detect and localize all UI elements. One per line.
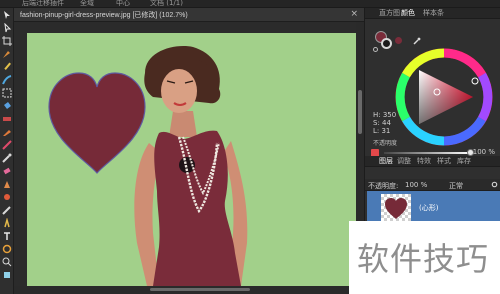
hue-picker-handle[interactable] <box>471 77 479 85</box>
smudge-tool-icon[interactable] <box>2 192 12 202</box>
close-document-icon[interactable]: × <box>350 9 358 19</box>
selection-brush-tool-icon[interactable] <box>2 88 12 98</box>
clone-tool-icon[interactable] <box>2 179 12 189</box>
layer-row-heart[interactable]: (心形) <box>367 191 500 225</box>
zoom-tool-icon[interactable] <box>2 257 12 267</box>
node-tool-icon[interactable] <box>2 23 12 33</box>
view-tool-icon[interactable] <box>2 270 12 280</box>
photo-image <box>27 33 356 286</box>
lightness-value: L: 31 <box>373 127 391 135</box>
affinity-photo-window: 后端迁移插件 全域 中心 文档 (1/1) fashion-pinup-girl… <box>0 0 500 294</box>
document-title: fashion-pinup-girl-dress-preview.jpg [已修… <box>20 12 188 19</box>
color-picker-tool-icon[interactable] <box>2 153 12 163</box>
layer-name: (心形) <box>419 204 439 212</box>
horizontal-scrollbar[interactable] <box>14 286 356 294</box>
layer-opacity-value[interactable]: 100 % <box>405 181 427 189</box>
layers-panel-tabs: 图层 调整 特效 样式 库存 <box>365 156 500 167</box>
document-tab[interactable]: fashion-pinup-girl-dress-preview.jpg [已修… <box>14 8 364 22</box>
horizontal-scroll-thumb[interactable] <box>150 288 250 291</box>
watermark-text: 软件技巧 <box>357 240 490 278</box>
saturation-value: S: 44 <box>373 119 391 127</box>
transparency-tool-icon[interactable] <box>2 127 12 137</box>
watermark-overlay: 软件技巧 <box>349 221 500 294</box>
menu-item[interactable]: 全域 <box>80 0 94 7</box>
canvas-area[interactable] <box>14 22 356 286</box>
move-tool-icon[interactable] <box>2 10 12 20</box>
crop-tool-icon[interactable] <box>2 36 12 46</box>
shape-tool-icon[interactable] <box>2 244 12 254</box>
opacity-slider-track[interactable] <box>384 152 470 154</box>
pen-tool-icon[interactable] <box>2 49 12 59</box>
layer-options-bar: 不透明度: 100 % 正常 <box>365 179 500 191</box>
blend-mode-select[interactable]: 正常 <box>449 181 463 191</box>
dodge-tool-icon[interactable] <box>2 205 12 215</box>
no-color-swatch[interactable] <box>373 47 378 52</box>
tab-styles[interactable]: 样式 <box>437 157 451 166</box>
tab-swatches[interactable]: 样本条 <box>423 9 444 18</box>
vector-brush-tool-icon[interactable] <box>2 75 12 85</box>
hue-value: H: 350 <box>373 111 397 119</box>
layer-thumbnail <box>381 194 411 222</box>
eyedropper-icon[interactable] <box>413 37 421 45</box>
menu-item[interactable]: 中心 <box>116 0 130 7</box>
vertical-scroll-thumb[interactable] <box>358 90 362 134</box>
menu-item[interactable]: 文档 (1/1) <box>150 0 183 7</box>
color-wheel[interactable] <box>395 48 493 146</box>
tab-effects[interactable]: 特效 <box>417 157 431 166</box>
color-panel-tabs: 直方图 颜色 样本条 <box>365 8 500 19</box>
current-color-dot <box>395 37 402 44</box>
hsl-readout: H: 350 S: 44 L: 31 <box>373 111 396 135</box>
menu-item[interactable]: 后端迁移插件 <box>22 0 64 7</box>
fill-tool-icon[interactable] <box>2 101 12 111</box>
tab-stock[interactable]: 库存 <box>457 157 471 166</box>
opacity-label: 不透明度 <box>373 140 398 147</box>
menu-bar: 后端迁移插件 全域 中心 文档 (1/1) <box>0 0 500 8</box>
stroke-color-swatch[interactable] <box>381 38 392 49</box>
text-tool-icon[interactable] <box>2 231 12 241</box>
tab-adjustments[interactable]: 调整 <box>397 157 411 166</box>
burn-tool-icon[interactable] <box>2 218 12 228</box>
tab-layers[interactable]: 图层 <box>379 157 393 166</box>
eraser-tool-icon[interactable] <box>2 166 12 176</box>
layer-opacity-label: 不透明度: <box>368 182 399 190</box>
tab-histogram[interactable]: 直方图 <box>379 9 400 18</box>
opacity-value[interactable]: 100 % <box>473 148 495 156</box>
gradient-tool-icon[interactable] <box>2 114 12 124</box>
pencil-tool-icon[interactable] <box>2 62 12 72</box>
layer-settings-gear-icon[interactable] <box>491 181 498 190</box>
tools-panel <box>0 8 14 294</box>
tab-color[interactable]: 颜色 <box>401 9 415 18</box>
paint-brush-tool-icon[interactable] <box>2 140 12 150</box>
